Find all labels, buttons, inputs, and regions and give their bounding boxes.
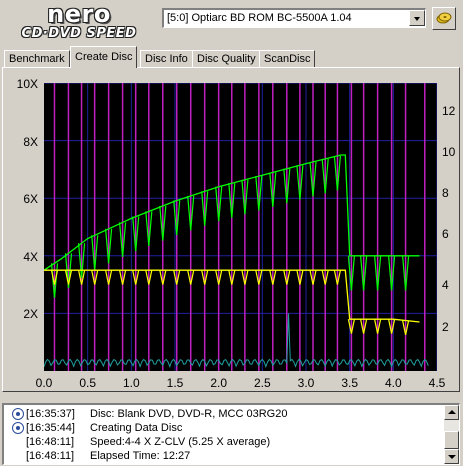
log-time: [16:48:11] xyxy=(26,436,75,448)
y-right-tick: 2 xyxy=(442,320,449,334)
x-tick-label: 0.0 xyxy=(35,376,53,390)
tab-label: Disc Info xyxy=(145,53,188,65)
y-right-tick: 4 xyxy=(442,278,449,292)
y-left-tick: 10X xyxy=(16,77,38,91)
scroll-down-arrow-icon[interactable] xyxy=(444,449,459,464)
scroll-up-arrow-icon[interactable] xyxy=(444,405,459,420)
y-right-tick: 10 xyxy=(442,145,456,159)
log-scrollbar[interactable] xyxy=(444,405,459,464)
disc-info-icon xyxy=(12,408,24,420)
log-time: [16:35:37] xyxy=(26,408,75,420)
disc-info-icon xyxy=(12,422,24,434)
chevron-down-icon[interactable] xyxy=(409,10,425,26)
x-tick-label: 0.5 xyxy=(79,376,96,390)
log-message: Creating Data Disc xyxy=(90,422,183,434)
tab-label: Create Disc xyxy=(75,51,133,63)
log-panel[interactable]: [16:35:37] Disc: Blank DVD, DVD-R, MCC 0… xyxy=(2,403,460,465)
log-message: Disc: Blank DVD, DVD-R, MCC 03RG20 xyxy=(90,408,288,420)
x-tick-label: 4.5 xyxy=(428,376,446,390)
y-right-tick: 12 xyxy=(442,104,456,118)
log-time: [16:35:44] xyxy=(26,422,75,434)
tab-label: Benchmark xyxy=(9,53,65,65)
x-tick-label: 3.5 xyxy=(341,376,358,390)
disc-eject-icon xyxy=(436,12,452,24)
x-tick-label: 4.0 xyxy=(384,376,402,390)
tab-label: ScanDisc xyxy=(264,53,311,65)
tab-benchmark[interactable]: Benchmark xyxy=(4,50,70,67)
scroll-thumb[interactable] xyxy=(444,431,459,449)
y-left-tick: 2X xyxy=(23,307,38,321)
x-tick-label: 3.0 xyxy=(297,376,315,390)
tab-disc-quality[interactable]: Disc Quality xyxy=(192,50,261,67)
x-tick-label: 2.5 xyxy=(253,376,271,390)
log-message: Elapsed Time: 12:27 xyxy=(90,450,191,462)
drive-select-value: [5:0] Optiarc BD ROM BC-5500A 1.04 xyxy=(167,12,352,24)
nero-cd-dvd-speed-logo: nero CD·DVD SPEED xyxy=(4,2,154,42)
tab-create-disc[interactable]: Create Disc xyxy=(70,46,138,68)
y-left-tick: 4X xyxy=(23,250,38,264)
speed-chart-svg xyxy=(44,83,437,371)
drive-select[interactable]: [5:0] Optiarc BD ROM BC-5500A 1.04 xyxy=(162,8,426,28)
x-tick-label: 1.0 xyxy=(122,376,140,390)
y-right-tick: 8 xyxy=(442,186,449,200)
x-tick-label: 2.0 xyxy=(210,376,227,390)
noise-series xyxy=(44,313,429,369)
log-message: Speed:4-4 X Z-CLV (5.25 X average) xyxy=(90,436,271,448)
tab-label: Disc Quality xyxy=(197,53,256,65)
logo-product: CD·DVD SPEED xyxy=(21,26,137,41)
logo-brand: nero xyxy=(47,0,111,28)
x-tick-label: 1.5 xyxy=(166,376,184,390)
y-right-tick: 6 xyxy=(442,227,449,241)
speed-chart xyxy=(44,83,437,371)
y-left-tick: 8X xyxy=(23,135,38,149)
y-left-tick: 6X xyxy=(23,192,38,206)
eject-button[interactable] xyxy=(432,7,456,30)
tab-disc-info[interactable]: Disc Info xyxy=(140,50,193,67)
tab-scandisc[interactable]: ScanDisc xyxy=(259,50,316,67)
log-time: [16:48:11] xyxy=(26,450,75,462)
